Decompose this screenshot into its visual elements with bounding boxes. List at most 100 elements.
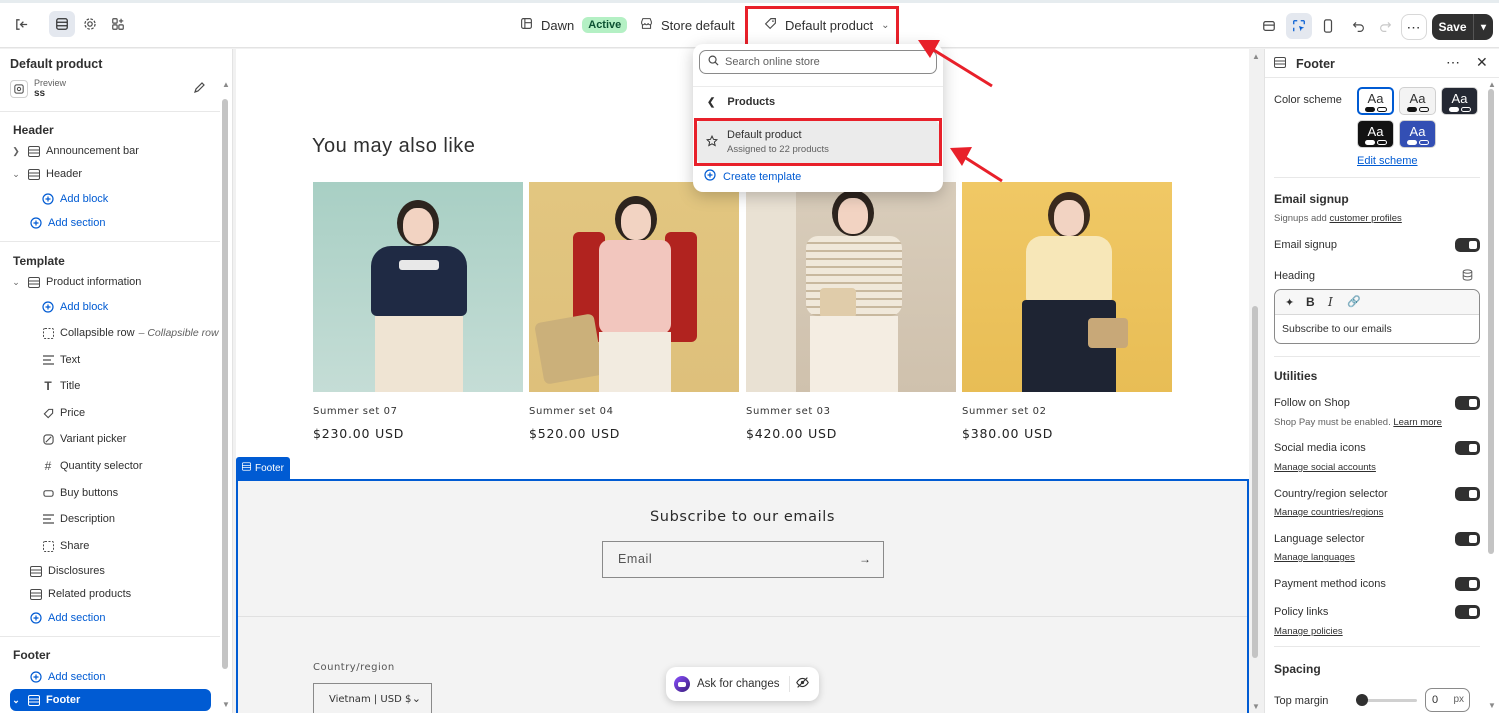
footer-section-tag[interactable]: Footer [236, 457, 290, 479]
more-icon[interactable]: ⋯ [1446, 54, 1460, 71]
select-element-icon[interactable] [1286, 13, 1312, 39]
product-name[interactable]: Summer set 02 [962, 406, 1172, 417]
italic-icon[interactable]: I [1328, 295, 1333, 309]
gear-icon[interactable] [77, 11, 103, 37]
scroll-down-icon[interactable]: ▼ [222, 700, 230, 709]
tree-item-quantity-selector[interactable]: # Quantity selector [36, 455, 232, 477]
customer-profiles-link[interactable]: customer profiles [1329, 213, 1401, 224]
heading-rich-text-editor[interactable]: ✦ B I 🔗 Subscribe to our emails [1274, 289, 1480, 344]
left-scrollbar[interactable] [222, 99, 228, 669]
heading-value[interactable]: Subscribe to our emails [1282, 323, 1392, 335]
add-section-button[interactable]: Add section [24, 607, 232, 629]
payment-icons-toggle[interactable] [1455, 577, 1480, 591]
color-scheme-2[interactable]: Aa [1399, 87, 1436, 115]
product-image[interactable] [962, 182, 1172, 392]
close-icon[interactable]: ✕ [1476, 54, 1488, 71]
follow-on-shop-toggle[interactable] [1455, 396, 1480, 410]
policy-links-toggle[interactable] [1455, 605, 1480, 619]
add-section-button[interactable]: Add section [24, 666, 232, 688]
tree-item-product-information[interactable]: ⌄ Product information [10, 271, 230, 293]
scroll-down-icon[interactable]: ▼ [1252, 702, 1260, 711]
tree-item-text[interactable]: Text [36, 349, 232, 371]
color-scheme-5[interactable]: Aa [1399, 120, 1436, 148]
product-card[interactable]: Summer set 07 $230.00 USD [313, 182, 523, 441]
edit-icon[interactable] [193, 82, 205, 97]
right-scrollbar[interactable] [1488, 89, 1494, 554]
tree-item-collapsible-row[interactable]: Collapsible row – Collapsible row [36, 322, 232, 344]
slider-handle[interactable] [1356, 694, 1368, 706]
add-section-button[interactable]: Add section [24, 212, 232, 234]
tree-item-header[interactable]: ⌄ Header [10, 163, 230, 185]
add-block-button[interactable]: Add block [36, 188, 232, 210]
product-name[interactable]: Summer set 07 [313, 406, 523, 417]
product-card[interactable]: Summer set 04 $520.00 USD [529, 182, 739, 441]
exit-icon[interactable] [8, 11, 34, 37]
database-icon[interactable] [1462, 269, 1473, 284]
manage-policies-link[interactable]: Manage policies [1274, 626, 1343, 637]
tree-item-description[interactable]: Description [36, 508, 232, 530]
undo-icon[interactable] [1345, 13, 1371, 39]
top-margin-input[interactable]: 0 px [1425, 688, 1470, 712]
chevron-down-icon[interactable]: ⌄ [10, 169, 22, 180]
link-icon[interactable]: 🔗 [1347, 295, 1361, 308]
product-image[interactable] [529, 182, 739, 392]
social-icons-toggle[interactable] [1455, 441, 1480, 455]
color-scheme-1[interactable]: Aa [1357, 87, 1394, 115]
tree-item-footer[interactable]: ⌄ Footer [10, 689, 211, 711]
product-name[interactable]: Summer set 03 [746, 406, 956, 417]
tree-item-price[interactable]: Price [36, 402, 232, 424]
tree-item-related-products[interactable]: Related products [24, 583, 232, 605]
mobile-preview-icon[interactable] [1315, 13, 1341, 39]
manage-social-link[interactable]: Manage social accounts [1274, 462, 1376, 473]
inspector-icon[interactable] [1256, 13, 1282, 39]
eye-slash-icon[interactable] [789, 676, 811, 692]
tree-item-variant-picker[interactable]: Variant picker [36, 428, 232, 450]
learn-more-link[interactable]: Learn more [1393, 417, 1442, 428]
manage-languages-link[interactable]: Manage languages [1274, 552, 1355, 563]
scroll-up-icon[interactable]: ▲ [222, 80, 230, 89]
tree-item-share[interactable]: Share [36, 535, 232, 557]
theme-selector[interactable]: Dawn Active [520, 17, 628, 33]
product-image[interactable] [313, 182, 523, 392]
product-name[interactable]: Summer set 04 [529, 406, 739, 417]
more-actions-icon[interactable]: ⋯ [1401, 14, 1427, 40]
sections-icon[interactable] [49, 11, 75, 37]
apps-icon[interactable] [105, 11, 131, 37]
product-card[interactable]: Summer set 03 $420.00 USD [746, 182, 956, 441]
tree-item-buy-buttons[interactable]: Buy buttons [36, 482, 232, 504]
arrow-right-icon[interactable]: → [859, 552, 871, 566]
canvas-scrollbar[interactable] [1252, 306, 1258, 658]
edit-scheme-link[interactable]: Edit scheme [1357, 155, 1418, 167]
manage-countries-link[interactable]: Manage countries/regions [1274, 507, 1383, 518]
product-card[interactable]: Summer set 02 $380.00 USD [962, 182, 1172, 441]
product-image[interactable] [746, 182, 956, 392]
back-button[interactable]: ❮ Products [707, 96, 775, 108]
email-input[interactable]: Email → [602, 541, 884, 578]
panel-title: Footer [1296, 57, 1335, 71]
chevron-down-icon[interactable]: ⌄ [10, 277, 22, 288]
add-block-button[interactable]: Add block [36, 296, 232, 318]
chevron-down-icon[interactable]: ▾ [1473, 14, 1493, 40]
color-scheme-4[interactable]: Aa [1357, 120, 1394, 148]
redo-icon[interactable] [1372, 13, 1398, 39]
email-signup-toggle[interactable] [1455, 238, 1480, 252]
scroll-up-icon[interactable]: ▲ [1252, 52, 1260, 61]
chevron-right-icon[interactable]: ❯ [10, 146, 22, 157]
country-select[interactable]: Vietnam | USD $ ⌄ [313, 683, 432, 713]
ask-for-changes-bar[interactable]: Ask for changes [666, 667, 819, 701]
tree-item-disclosures[interactable]: Disclosures [24, 560, 232, 582]
tree-item-title[interactable]: T Title [36, 375, 232, 397]
bold-icon[interactable]: B [1306, 295, 1315, 309]
tree-item-announcement-bar[interactable]: ❯ Announcement bar [10, 140, 230, 162]
chevron-down-icon[interactable]: ⌄ [10, 695, 22, 706]
store-selector[interactable]: Store default [640, 17, 735, 33]
scroll-down-icon[interactable]: ▼ [1488, 701, 1496, 710]
scroll-up-icon[interactable]: ▲ [1488, 80, 1496, 89]
language-selector-toggle[interactable] [1455, 532, 1480, 546]
create-template-button[interactable]: Create template [704, 169, 801, 184]
country-selector-toggle[interactable] [1455, 487, 1480, 501]
save-button[interactable]: Save ▾ [1432, 14, 1493, 40]
magic-icon[interactable]: ✦ [1285, 296, 1294, 309]
color-scheme-3[interactable]: Aa [1441, 87, 1478, 115]
section-icon [26, 168, 42, 180]
